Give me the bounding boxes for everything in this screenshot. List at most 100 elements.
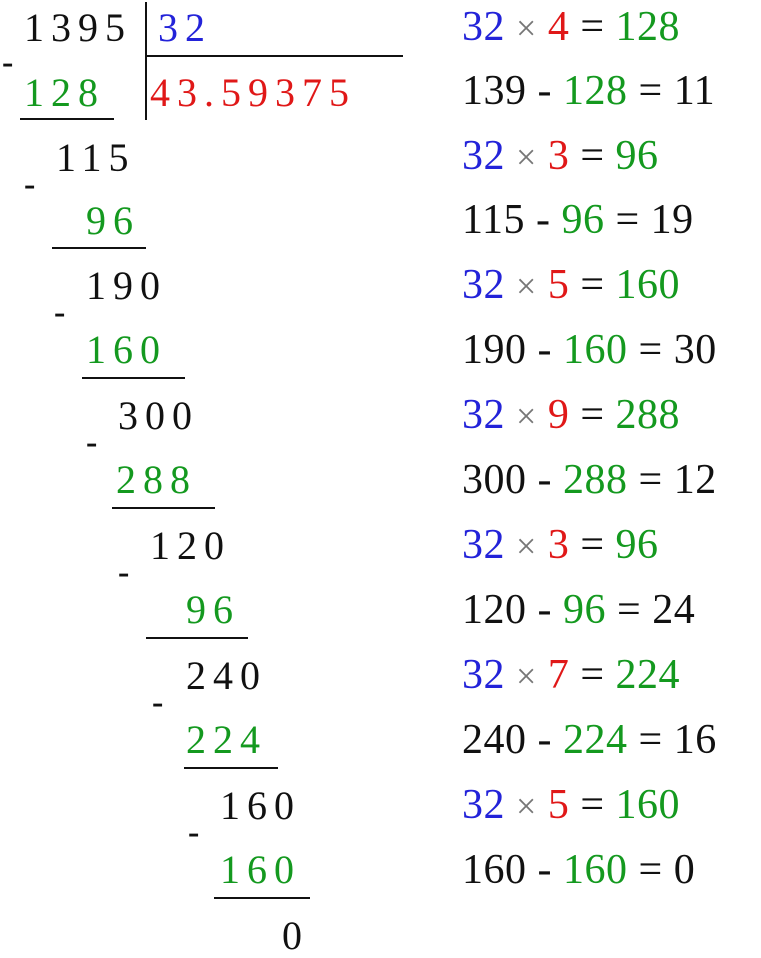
- calc-minuend: 190: [462, 327, 527, 373]
- minus-sign: -: [537, 847, 552, 893]
- step-current: 240: [186, 653, 267, 698]
- step-underline: [214, 897, 310, 899]
- equals-sign: =: [638, 327, 663, 373]
- divisor: 32: [158, 5, 212, 50]
- calc-product: 128: [615, 4, 680, 50]
- calc-minuend: 120: [462, 587, 527, 633]
- calc-divisor: 32: [462, 4, 505, 50]
- multiplication-line: 32 × 4 = 128: [462, 6, 680, 48]
- step-product: 224: [186, 717, 267, 762]
- calc-subtrahend: 288: [563, 457, 628, 503]
- step-product: 96: [186, 587, 240, 632]
- remainder: 0: [282, 913, 302, 958]
- equals-sign: =: [580, 262, 605, 308]
- calc-digit: 7: [547, 652, 570, 698]
- equals-sign: =: [580, 4, 605, 50]
- step-product: 96: [86, 198, 140, 243]
- minus-sign: -: [152, 684, 164, 721]
- minus-sign: -: [537, 457, 552, 503]
- calc-minuend: 240: [462, 717, 527, 763]
- step-product: 160: [86, 327, 167, 372]
- equals-sign: =: [580, 782, 605, 828]
- step-underline: [184, 767, 278, 769]
- step-underline: [82, 377, 185, 379]
- minus-sign: -: [537, 68, 552, 114]
- calc-difference: 30: [673, 327, 717, 373]
- calc-divisor: 32: [462, 133, 505, 179]
- calc-difference: 16: [673, 717, 717, 763]
- calc-difference: 19: [650, 197, 694, 243]
- subtraction-line: 139 - 128 = 11: [462, 70, 715, 112]
- division-bracket-horizontal: [145, 55, 403, 57]
- subtraction-line: 115 - 96 = 19: [462, 199, 694, 241]
- equals-sign: =: [638, 68, 663, 114]
- calc-difference: 11: [673, 68, 716, 114]
- minus-sign: -: [86, 424, 98, 461]
- step-product: 128: [24, 70, 105, 115]
- equals-sign: =: [580, 392, 605, 438]
- multiplication-line: 32 × 5 = 160: [462, 264, 680, 306]
- step-current: 115: [56, 135, 136, 180]
- calc-difference: 24: [652, 587, 696, 633]
- step-current: 190: [86, 263, 167, 308]
- equals-sign: =: [638, 847, 663, 893]
- times-sign: ×: [516, 786, 537, 826]
- subtraction-line: 300 - 288 = 12: [462, 459, 717, 501]
- times-sign: ×: [516, 266, 537, 306]
- calc-minuend: 160: [462, 847, 527, 893]
- calc-subtrahend: 160: [563, 847, 628, 893]
- step-underline: [52, 247, 146, 249]
- step-current: 120: [150, 523, 231, 568]
- calc-difference: 12: [673, 457, 717, 503]
- equals-sign: =: [615, 197, 640, 243]
- calc-digit: 3: [547, 133, 570, 179]
- calc-minuend: 300: [462, 457, 527, 503]
- calc-subtrahend: 128: [563, 68, 628, 114]
- step-underline: [146, 637, 248, 639]
- equals-sign: =: [638, 457, 663, 503]
- multiplication-line: 32 × 3 = 96: [462, 135, 659, 177]
- times-sign: ×: [516, 137, 537, 177]
- calc-minuend: 139: [462, 68, 527, 114]
- step-current: 160: [220, 783, 301, 828]
- calc-divisor: 32: [462, 522, 505, 568]
- times-sign: ×: [516, 8, 537, 48]
- multiplication-line: 32 × 9 = 288: [462, 394, 680, 436]
- minus-sign: -: [537, 327, 552, 373]
- dividend: 1395: [24, 5, 132, 50]
- step-underline: [112, 507, 215, 509]
- calc-digit: 9: [547, 392, 570, 438]
- calc-divisor: 32: [462, 262, 505, 308]
- step-current: 300: [118, 393, 199, 438]
- minus-sign: -: [188, 814, 200, 851]
- calc-divisor: 32: [462, 392, 505, 438]
- times-sign: ×: [516, 656, 537, 696]
- step-product: 160: [220, 847, 301, 892]
- minus-sign: -: [537, 717, 552, 763]
- step-product: 288: [116, 457, 197, 502]
- calc-product: 288: [615, 392, 680, 438]
- equals-sign: =: [580, 652, 605, 698]
- step-underline: [20, 118, 114, 120]
- calc-subtrahend: 96: [563, 587, 606, 633]
- times-sign: ×: [516, 396, 537, 436]
- equals-sign: =: [617, 587, 642, 633]
- subtraction-line: 240 - 224 = 16: [462, 719, 717, 761]
- equals-sign: =: [580, 133, 605, 179]
- minus-sign: -: [2, 44, 14, 81]
- calc-digit: 4: [547, 4, 570, 50]
- calc-subtrahend: 96: [561, 197, 605, 243]
- calc-minuend: 115: [462, 197, 525, 243]
- times-sign: ×: [516, 526, 537, 566]
- multiplication-line: 32 × 7 = 224: [462, 654, 680, 696]
- minus-sign: -: [54, 294, 66, 331]
- subtraction-line: 160 - 160 = 0: [462, 849, 695, 891]
- division-bracket-vertical: [145, 2, 147, 120]
- subtraction-line: 190 - 160 = 30: [462, 329, 717, 371]
- calc-product: 96: [615, 133, 659, 179]
- calc-digit: 3: [547, 522, 570, 568]
- calc-digit: 5: [547, 262, 570, 308]
- calc-divisor: 32: [462, 652, 505, 698]
- multiplication-line: 32 × 3 = 96: [462, 524, 659, 566]
- calc-product: 160: [615, 782, 680, 828]
